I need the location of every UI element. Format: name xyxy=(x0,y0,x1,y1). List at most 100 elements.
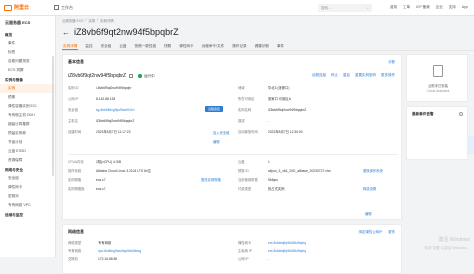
global-search-input[interactable]: 搜索... ⌕ xyxy=(318,4,372,12)
field-value: 5Mbps xyxy=(268,178,278,182)
tab[interactable]: 安全组 xyxy=(100,43,113,50)
basic-info-heading: 基本信息 xyxy=(68,59,84,64)
sidebar-item[interactable]: 密钥对 xyxy=(0,192,55,201)
tab[interactable]: 健康诊断 xyxy=(254,43,270,50)
tab[interactable]: 实例详情 xyxy=(62,43,79,50)
field-value: i-8vb6f9qt2nw94f5bpqbr xyxy=(96,86,132,90)
field-row: 地域 华北3 (张家口) xyxy=(238,85,289,90)
network-fields: 网络类型 专有网络 专有网络 vpc-8vb6ng9sw0wp0bo0lkmg 交换机 1… xyxy=(68,240,398,270)
network-tools: 绑定弹性公网IP 更多 xyxy=(359,229,395,234)
sidebar-item[interactable]: 弹性容器实例 ECI xyxy=(0,102,55,111)
breadcrumb-item[interactable]: 实例 xyxy=(88,18,95,23)
sidebar: 云服务器 ECS 概览 事件 标签 自助问题排查 ECS 洞察 实例与镜像 实例 镜像 弹性容器… xyxy=(0,16,56,257)
instance-action-link[interactable]: 更多操作 xyxy=(381,73,395,78)
nav-ticket[interactable]: 工单 xyxy=(403,5,410,10)
breadcrumb-item[interactable]: 云服务器 ECS xyxy=(62,18,83,23)
instance-action-link[interactable]: 重置实例密码 xyxy=(355,73,376,78)
tab[interactable]: 云盘 xyxy=(118,43,127,50)
sidebar-item[interactable]: 超级计算集群 xyxy=(0,120,55,129)
basic-info-card: 基本信息 诊断 iZ8vb6f9qt2nw94f5bpqbrZ 运行中 远程连接… xyxy=(62,54,402,220)
sidebar-item[interactable]: 标签 xyxy=(0,48,55,57)
field-label: 所在可用区 xyxy=(238,97,255,101)
tab[interactable]: 弹性网卡 xyxy=(178,43,194,50)
change-spec-link[interactable]: 更改实例规格 xyxy=(201,177,221,182)
field-label: 实例 ID xyxy=(68,86,79,90)
network-info-heading: 网络信息 xyxy=(68,229,84,234)
search-placeholder: 搜索... xyxy=(321,6,331,10)
nav-support[interactable]: 支持 xyxy=(449,5,456,10)
tab[interactable]: 监控 xyxy=(84,43,93,50)
info-icon[interactable] xyxy=(459,112,463,116)
tab[interactable]: 事件 xyxy=(276,43,285,50)
field-label: 安全组 xyxy=(68,108,78,112)
field-value[interactable]: eni-8vbbfq5q9ld1ftk3bqhq xyxy=(268,249,306,253)
edit-hostname-link[interactable]: 编辑 xyxy=(213,139,220,144)
feedback-tab[interactable] xyxy=(468,136,474,154)
sidebar-item[interactable]: 专有宿主机 DDH xyxy=(0,111,55,120)
status-dot-icon xyxy=(138,74,143,78)
field-label: 云盘 xyxy=(238,160,245,164)
diagnose-link[interactable]: 诊断 xyxy=(388,59,395,64)
sidebar-group[interactable]: 概览 xyxy=(0,30,55,39)
nav-app[interactable]: App xyxy=(462,5,468,10)
field-row: 云盘 1 xyxy=(238,159,270,164)
brand-logo-icon xyxy=(4,4,12,11)
nav-icp[interactable]: ICP 备案 xyxy=(416,5,430,10)
sidebar-group[interactable]: 网络与安全 xyxy=(0,165,55,174)
more-link[interactable]: 更多 xyxy=(388,229,395,234)
instance-action-link[interactable]: 停止 xyxy=(331,73,338,78)
sidebar-item[interactable]: ECS 洞察 xyxy=(0,66,55,75)
sidebar-item[interactable]: 云盘 ESSD xyxy=(0,147,55,156)
sidebar-group[interactable]: 运维与监控 xyxy=(0,210,55,219)
field-value: ecs.c7 xyxy=(96,178,106,182)
field-value: 华北3 (张家口) xyxy=(268,86,290,90)
sidebar-item[interactable]: 实例 xyxy=(0,84,55,93)
breadcrumb: 云服务器 ECS / 实例 / 实例详情 xyxy=(62,18,114,23)
field-row: 实例 ID i-8vb6f9qt2nw94f5bpqbr xyxy=(68,85,131,90)
back-arrow-icon[interactable]: ← xyxy=(62,28,70,37)
tab[interactable]: 操作记录 xyxy=(231,43,247,50)
remote-connect-button[interactable]: 远程连接 xyxy=(205,106,224,112)
sidebar-item[interactable]: 专有网络 VPC xyxy=(0,201,55,210)
tab[interactable]: 快照 xyxy=(163,43,172,50)
field-label: 操作系统 xyxy=(68,169,82,173)
tab[interactable]: 远程命令/文件 xyxy=(201,43,226,50)
edit-link[interactable]: 编辑 xyxy=(365,211,372,216)
spec-fields: CPU&内存 2核(vCPU) 4 GiB 操作系统 Alibaba Cloud Li… xyxy=(68,159,398,209)
sidebar-group[interactable]: 实例与镜像 xyxy=(0,75,55,84)
instance-action-link[interactable]: 重启 xyxy=(343,73,350,78)
sidebar-item[interactable]: 镜像 xyxy=(0,93,55,102)
field-value[interactable]: vpc-8vb6ng9sw0wp0bo0lkmg xyxy=(98,249,141,253)
tab[interactable]: 快照一致性组 xyxy=(134,43,158,50)
nav-enterprise[interactable]: 企业 xyxy=(436,5,443,10)
sidebar-item[interactable]: 弹性网卡 xyxy=(0,183,55,192)
field-value: Alibaba Cloud Linux 3.2104 LTS 64位 xyxy=(96,169,151,173)
bind-eip-link[interactable]: 绑定弹性公网IP xyxy=(359,229,383,234)
field-label: 实例规格族 xyxy=(68,187,85,191)
release-setting-link[interactable]: 释放设置 xyxy=(363,186,376,191)
sidebar-item[interactable]: 自助问题排查 xyxy=(0,57,55,66)
sidebar-item[interactable]: 资源保障 xyxy=(0,156,55,165)
sidebar-item[interactable]: 安全组 xyxy=(0,174,55,183)
breadcrumb-separator: / xyxy=(97,18,99,22)
change-os-link[interactable]: 更换操作系统 xyxy=(363,168,383,173)
workspace-link[interactable]: 工作台 xyxy=(54,5,73,11)
copy-icon[interactable] xyxy=(129,74,134,78)
nav-billing[interactable]: 费用 xyxy=(390,5,397,10)
sidebar-item[interactable]: 预留实例券 xyxy=(0,129,55,138)
instance-name-row: iZ8vb6f9qt2nw94f5bpqbrZ 运行中 xyxy=(68,73,155,79)
recent-events-heading: 最新事件告警 xyxy=(412,112,434,116)
instance-action-link[interactable]: 远程连接 xyxy=(312,73,326,78)
field-value[interactable]: eni-8vbbfq5q9ld1ftk3bqhq xyxy=(268,241,306,245)
sidebar-item[interactable]: 事件 xyxy=(0,39,55,48)
cloud-assistant-subtitle: Cloud Assistant xyxy=(426,89,450,93)
sidebar-item[interactable]: 节省计划 xyxy=(0,138,55,147)
instance-name: iZ8vb6f9qt2nw94f5bpqbrZ xyxy=(68,73,127,79)
sidebar-scrollbar[interactable] xyxy=(52,56,54,176)
brand-logo[interactable]: 阿里云 xyxy=(0,4,40,11)
add-security-group-link[interactable]: 加入安全组 xyxy=(213,130,229,135)
field-label: 主私网 IP xyxy=(238,249,252,253)
basic-info-tools: 诊断 xyxy=(388,59,395,64)
cloud-assistant-title[interactable]: 云助手已安装 xyxy=(407,83,469,88)
field-row: 实例规格族 ecs.c7 xyxy=(68,186,106,191)
